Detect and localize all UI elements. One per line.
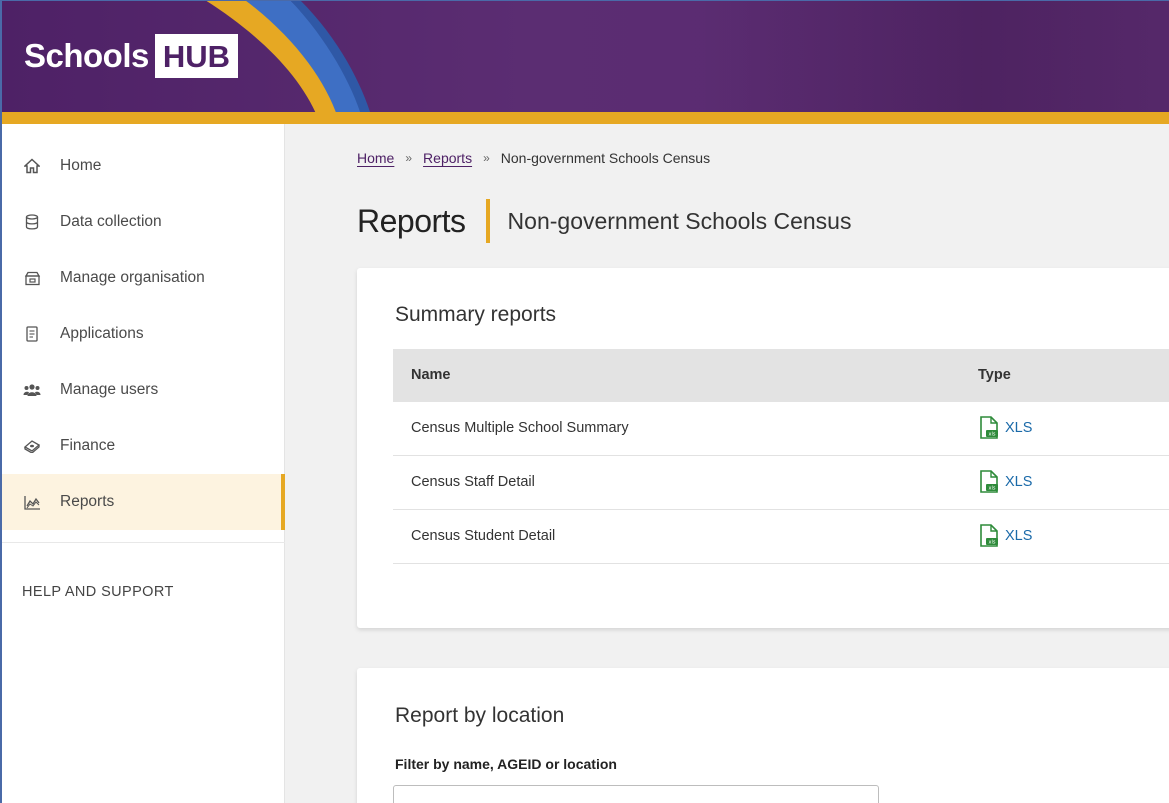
summary-reports-title: Summary reports xyxy=(395,303,557,326)
page-subtitle: Non-government Schools Census xyxy=(507,207,852,234)
report-name: Census Multiple School Summary xyxy=(411,420,629,436)
sidebar-item-finance[interactable]: Finance xyxy=(2,418,285,474)
column-header-type: Type xyxy=(978,367,1011,383)
sidebar-item-label: Home xyxy=(60,157,102,174)
svg-text:xls: xls xyxy=(989,432,996,438)
sidebar-item-manage-organisation[interactable]: Manage organisation xyxy=(2,250,285,306)
xls-download-link[interactable]: xls XLS xyxy=(978,524,1032,548)
location-filter-input[interactable] xyxy=(393,785,879,803)
file-type-label: XLS xyxy=(1005,474,1033,490)
home-icon xyxy=(22,156,42,176)
report-name: Census Staff Detail xyxy=(411,474,535,490)
frame-border-top xyxy=(0,0,1169,1)
logo-text-hub: HUB xyxy=(154,33,239,79)
sidebar-item-label: Data collection xyxy=(60,213,162,230)
summary-reports-card: Summary reports Name Type Census Multipl… xyxy=(357,268,1169,628)
sidebar-nav: Home Data collection Manage organisation… xyxy=(2,124,285,803)
sidebar-item-label: Finance xyxy=(60,437,116,454)
sidebar-divider xyxy=(2,542,285,543)
sidebar-item-label: Manage organisation xyxy=(60,269,205,286)
sidebar-item-manage-users[interactable]: Manage users xyxy=(2,362,285,418)
xls-download-link[interactable]: xls XLS xyxy=(978,416,1032,440)
users-icon xyxy=(22,380,42,400)
breadcrumb-separator: » xyxy=(405,151,413,165)
table-header: Name Type xyxy=(393,349,1169,402)
report-name: Census Student Detail xyxy=(411,528,556,544)
schools-hub-logo[interactable]: Schools HUB xyxy=(24,30,239,82)
sidebar-item-reports[interactable]: Reports xyxy=(2,474,285,530)
sidebar-item-label: Applications xyxy=(60,325,144,342)
page-title: Reports xyxy=(357,202,466,239)
svg-text:xls: xls xyxy=(989,486,996,492)
xls-file-icon: xls xyxy=(980,524,998,547)
breadcrumb-current: Non-government Schools Census xyxy=(500,150,711,166)
sidebar-item-home[interactable]: Home xyxy=(2,138,285,194)
title-divider xyxy=(485,199,490,243)
header-accent-stripe xyxy=(0,112,1169,124)
breadcrumb-separator: » xyxy=(483,151,490,165)
breadcrumb-home-link[interactable]: Home xyxy=(357,150,394,166)
logo-text-schools: Schools xyxy=(24,37,149,74)
sidebar-item-label: Manage users xyxy=(60,381,159,398)
header-background xyxy=(700,0,1169,118)
organisation-icon xyxy=(22,268,42,288)
xls-file-icon: xls xyxy=(980,470,998,493)
file-type-label: XLS xyxy=(1005,420,1033,436)
page-heading: Reports Non-government Schools Census xyxy=(357,196,851,246)
table-row: Census Staff Detail xls XLS xyxy=(393,456,1169,510)
chart-icon xyxy=(22,492,42,512)
report-by-location-title: Report by location xyxy=(395,704,565,727)
sidebar-item-label: Reports xyxy=(60,493,115,510)
file-type-label: XLS xyxy=(1005,528,1033,544)
filter-label: Filter by name, AGEID or location xyxy=(395,756,617,772)
sidebar-item-data-collection[interactable]: Data collection xyxy=(2,194,285,250)
finance-icon xyxy=(22,436,42,456)
site-header: Schools HUB xyxy=(0,0,1169,118)
column-header-name: Name xyxy=(411,367,451,383)
breadcrumb-reports-link[interactable]: Reports xyxy=(423,150,472,166)
svg-text:xls: xls xyxy=(989,540,996,546)
help-and-support-link[interactable]: HELP AND SUPPORT xyxy=(22,584,174,600)
report-by-location-card: Report by location Filter by name, AGEID… xyxy=(357,668,1169,803)
xls-download-link[interactable]: xls XLS xyxy=(978,470,1032,494)
sidebar-item-applications[interactable]: Applications xyxy=(2,306,285,362)
xls-file-icon: xls xyxy=(980,416,998,439)
document-icon xyxy=(22,324,42,344)
breadcrumb: Home » Reports » Non-government Schools … xyxy=(357,150,710,166)
table-row: Census Student Detail xls XLS xyxy=(393,510,1169,564)
table-row: Census Multiple School Summary xls XLS xyxy=(393,402,1169,456)
frame-border-left xyxy=(0,0,2,803)
database-icon xyxy=(22,212,42,232)
